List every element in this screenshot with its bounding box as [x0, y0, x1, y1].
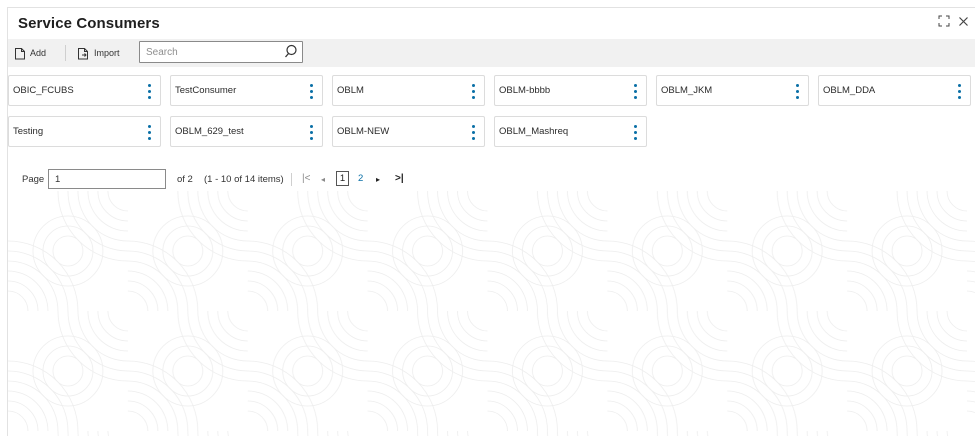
consumer-card[interactable]: Testing — [8, 116, 161, 147]
add-label: Add — [30, 48, 47, 58]
add-document-icon — [14, 47, 26, 60]
consumer-name: OBIC_FCUBS — [13, 85, 74, 96]
header-actions — [938, 15, 969, 30]
expand-icon[interactable] — [938, 15, 950, 30]
consumer-card[interactable]: OBIC_FCUBS — [8, 75, 161, 106]
service-consumers-panel: Service Consumers Add Import Search OBIC… — [7, 7, 975, 436]
kebab-menu-icon[interactable] — [794, 84, 800, 99]
import-document-icon — [77, 47, 90, 60]
consumer-name: Testing — [13, 126, 44, 137]
consumer-name: OBLM — [337, 85, 364, 96]
next-page-icon[interactable]: ▸ — [376, 174, 380, 186]
page-number-input[interactable] — [48, 169, 166, 189]
kebab-menu-icon[interactable] — [146, 84, 152, 99]
import-button[interactable]: Import — [77, 43, 120, 63]
consumer-name: TestConsumer — [175, 85, 237, 96]
consumer-name: OBLM-NEW — [337, 126, 390, 137]
prev-page-icon[interactable]: ◂ — [321, 174, 325, 186]
consumer-name: OBLM_629_test — [175, 126, 244, 137]
import-label: Import — [94, 48, 120, 58]
search-box — [139, 41, 303, 63]
consumer-card[interactable]: OBLM_JKM — [656, 75, 809, 106]
consumer-name: OBLM_DDA — [823, 85, 876, 96]
kebab-menu-icon[interactable] — [308, 125, 314, 140]
consumer-card[interactable]: OBLM-bbbb — [494, 75, 647, 106]
items-count-text: (1 - 10 of 14 items) — [204, 174, 284, 185]
consumer-card[interactable]: OBLM_DDA — [818, 75, 971, 106]
consumer-card[interactable]: TestConsumer — [170, 75, 323, 106]
page-title: Service Consumers — [18, 15, 160, 32]
kebab-menu-icon[interactable] — [956, 84, 962, 99]
consumer-name: OBLM-bbbb — [499, 85, 551, 96]
consumer-name: OBLM_JKM — [661, 85, 713, 96]
kebab-menu-icon[interactable] — [146, 125, 152, 140]
page-1-button[interactable]: 1 — [336, 171, 349, 186]
kebab-menu-icon[interactable] — [308, 84, 314, 99]
consumer-card[interactable]: OBLM_629_test — [170, 116, 323, 147]
panel-header: Service Consumers — [8, 8, 975, 39]
consumer-card[interactable]: OBLM-NEW — [332, 116, 485, 147]
page-count-text: of 2 — [177, 174, 193, 185]
close-icon[interactable] — [958, 16, 969, 30]
last-page-icon[interactable]: >| — [395, 173, 404, 185]
kebab-menu-icon[interactable] — [632, 84, 638, 99]
first-page-icon[interactable]: |< — [302, 173, 310, 185]
page-2-button[interactable]: 2 — [358, 173, 363, 184]
pagination-divider — [291, 173, 292, 186]
kebab-menu-icon[interactable] — [632, 125, 638, 140]
page-label: Page — [22, 174, 45, 185]
search-icon[interactable] — [284, 44, 298, 64]
consumer-name: OBLM_Mashreq — [499, 126, 569, 137]
background-pattern — [8, 191, 975, 436]
kebab-menu-icon[interactable] — [470, 125, 476, 140]
toolbar: Add Import — [8, 39, 975, 67]
add-button[interactable]: Add — [14, 43, 46, 63]
toolbar-divider — [65, 45, 66, 61]
consumer-card[interactable]: OBLM_Mashreq — [494, 116, 647, 147]
pagination-bar: Page of 2 (1 - 10 of 14 items) |< ◂ 1 2 … — [8, 169, 975, 191]
consumer-card[interactable]: OBLM — [332, 75, 485, 106]
search-input[interactable] — [140, 42, 280, 63]
kebab-menu-icon[interactable] — [470, 84, 476, 99]
